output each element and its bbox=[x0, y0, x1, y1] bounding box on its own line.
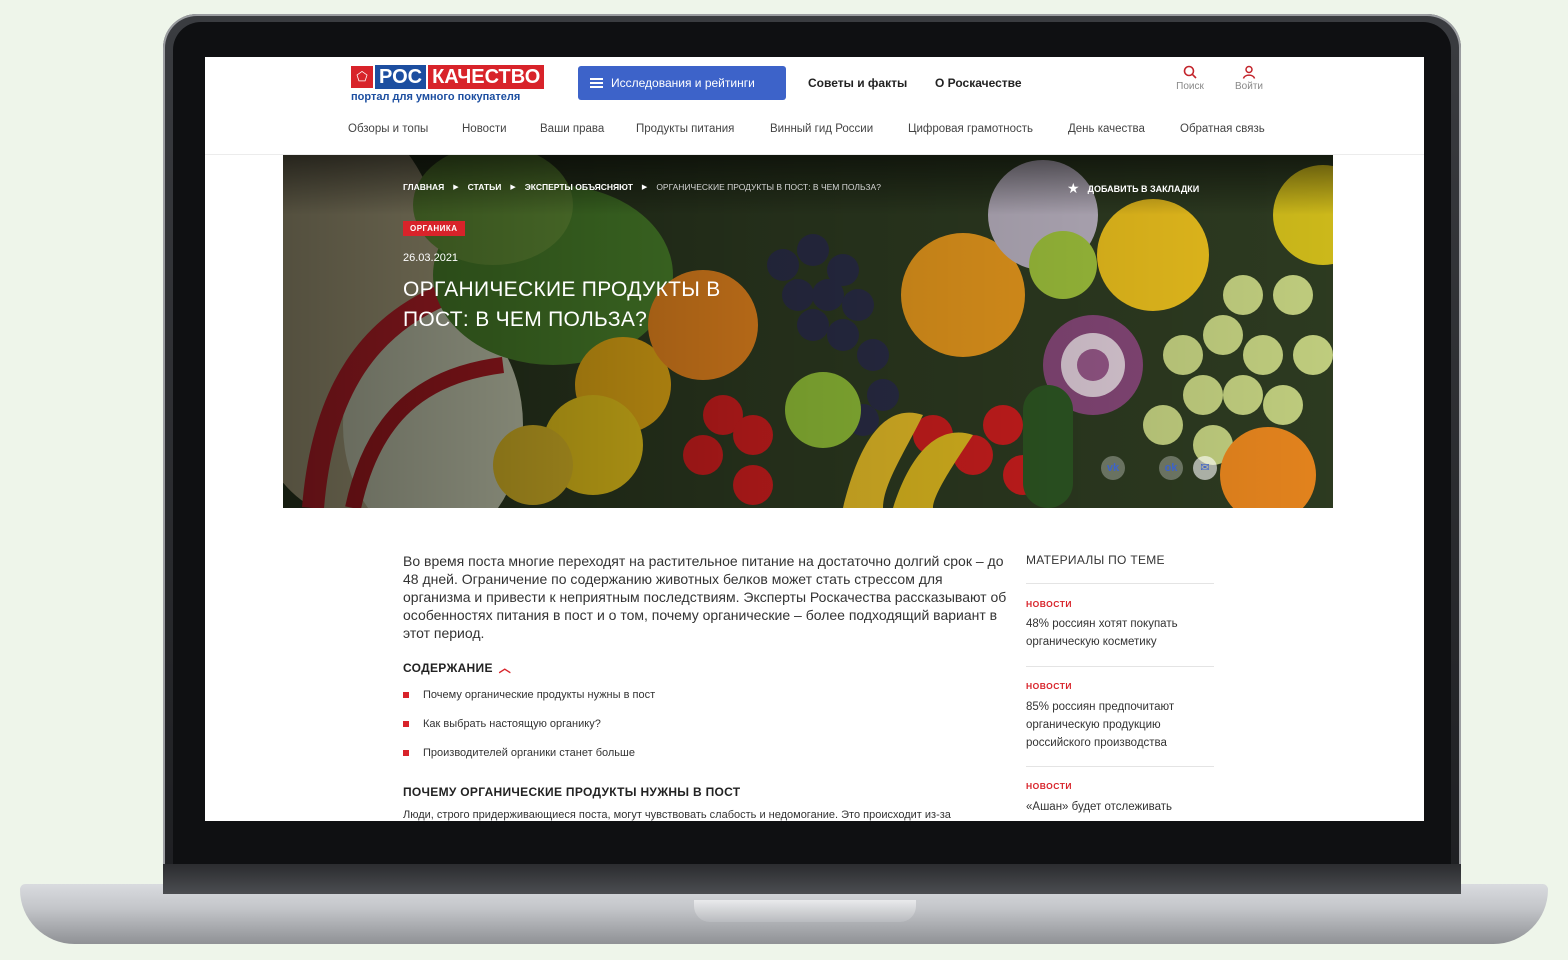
user-icon bbox=[1242, 65, 1256, 79]
nav-item-quality-day[interactable]: День качества bbox=[1068, 123, 1145, 135]
laptop-hinge bbox=[163, 864, 1461, 894]
related-title: МАТЕРИАЛЫ ПО ТЕМЕ bbox=[1026, 553, 1165, 567]
search-button[interactable]: Поиск bbox=[1170, 65, 1210, 92]
related-item-tag[interactable]: НОВОСТИ bbox=[1026, 781, 1072, 791]
toc-toggle[interactable]: СОДЕРЖАНИЕ ︿ bbox=[403, 659, 511, 676]
pentagon-icon: ⬠ bbox=[351, 66, 373, 88]
breadcrumb-current: ОРГАНИЧЕСКИЕ ПРОДУКТЫ В ПОСТ: В ЧЕМ ПОЛЬ… bbox=[656, 182, 881, 192]
article-hero: ГЛАВНАЯ ▶ СТАТЬИ ▶ ЭКСПЕРТЫ ОБЪЯСНЯЮТ ▶ … bbox=[283, 155, 1333, 508]
breadcrumb-arrow-icon: ▶ bbox=[641, 184, 648, 191]
search-icon bbox=[1183, 65, 1197, 79]
toc-item-label: Производителей органики станет больше bbox=[423, 747, 635, 759]
site-logo[interactable]: ⬠ РОС КАЧЕСТВО портал для умного покупат… bbox=[351, 65, 556, 105]
ok-icon: ok bbox=[1164, 462, 1178, 474]
share-ok-button[interactable]: ok bbox=[1159, 456, 1183, 480]
nav-item-rights[interactable]: Ваши права bbox=[540, 123, 604, 135]
article-date: 26.03.2021 bbox=[403, 252, 459, 264]
related-item-title[interactable]: 85% россиян предпочитают органическую пр… bbox=[1026, 698, 1214, 752]
site-header: ⬠ РОС КАЧЕСТВО портал для умного покупат… bbox=[205, 57, 1424, 155]
breadcrumb: ГЛАВНАЯ ▶ СТАТЬИ ▶ ЭКСПЕРТЫ ОБЪЯСНЯЮТ ▶ … bbox=[403, 182, 881, 192]
bullet-icon bbox=[403, 750, 409, 756]
chevron-up-icon: ︿ bbox=[498, 661, 512, 675]
divider bbox=[1026, 583, 1214, 584]
add-bookmark-button[interactable]: ★ ДОБАВИТЬ В ЗАКЛАДКИ bbox=[1067, 180, 1199, 197]
breadcrumb-home[interactable]: ГЛАВНАЯ bbox=[403, 182, 444, 192]
related-item-title[interactable]: «Ашан» будет отслеживать bbox=[1026, 798, 1214, 816]
mail-icon: ✉ bbox=[1200, 462, 1210, 474]
toc-item[interactable]: Почему органические продукты нужны в пос… bbox=[403, 689, 655, 701]
logo-subtitle: портал для умного покупателя bbox=[351, 91, 521, 103]
nav-item-news[interactable]: Новости bbox=[462, 123, 507, 135]
top-link-tips[interactable]: Советы и факты bbox=[808, 76, 907, 90]
add-bookmark-label: ДОБАВИТЬ В ЗАКЛАДКИ bbox=[1087, 183, 1200, 194]
menu-icon bbox=[590, 78, 603, 88]
share-mail-button[interactable]: ✉ bbox=[1193, 456, 1217, 480]
category-tag[interactable]: ОРГАНИКА bbox=[403, 221, 465, 236]
related-item-title[interactable]: 48% россиян хотят покупать органическую … bbox=[1026, 615, 1214, 651]
toc-item-label: Как выбрать настоящую органику? bbox=[423, 718, 601, 730]
logo-part-kachestvo: КАЧЕСТВО bbox=[428, 65, 545, 89]
breadcrumb-arrow-icon: ▶ bbox=[453, 184, 459, 191]
logo-part-ros: РОС bbox=[375, 65, 427, 89]
search-label: Поиск bbox=[1176, 81, 1204, 92]
nav-item-reviews[interactable]: Обзоры и топы bbox=[348, 123, 428, 135]
article-lead: Во время поста многие переходят на расти… bbox=[403, 553, 1007, 641]
toc-item[interactable]: Производителей органики станет больше bbox=[403, 747, 635, 759]
toc-item[interactable]: Как выбрать настоящую органику? bbox=[403, 718, 601, 730]
divider bbox=[1026, 666, 1214, 667]
star-icon: ★ bbox=[1067, 180, 1080, 196]
breadcrumb-arrow-icon: ▶ bbox=[510, 184, 516, 191]
related-item-tag[interactable]: НОВОСТИ bbox=[1026, 599, 1072, 609]
toc-title: СОДЕРЖАНИЕ bbox=[403, 660, 493, 675]
bullet-icon bbox=[403, 692, 409, 698]
login-button[interactable]: Войти bbox=[1229, 65, 1269, 92]
nav-item-food[interactable]: Продукты питания bbox=[636, 123, 734, 135]
main-nav: Обзоры и топы Новости Ваши права Продукт… bbox=[205, 123, 1424, 143]
vk-icon: vk bbox=[1106, 462, 1120, 474]
related-item-tag[interactable]: НОВОСТИ bbox=[1026, 681, 1072, 691]
research-ratings-button[interactable]: Исследования и рейтинги bbox=[578, 66, 786, 100]
login-label: Войти bbox=[1235, 81, 1263, 92]
nav-item-feedback[interactable]: Обратная связь bbox=[1180, 123, 1265, 135]
nav-item-digital[interactable]: Цифровая грамотность bbox=[908, 123, 1033, 135]
toc-item-label: Почему органические продукты нужны в пос… bbox=[423, 689, 656, 701]
page-title: ОРГАНИЧЕСКИЕ ПРОДУКТЫ В ПОСТ: В ЧЕМ ПОЛЬ… bbox=[403, 278, 721, 331]
share-vk-button[interactable]: vk bbox=[1101, 456, 1125, 480]
nav-item-wine-guide[interactable]: Винный гид России bbox=[770, 123, 873, 135]
section-heading: ПОЧЕМУ ОРГАНИЧЕСКИЕ ПРОДУКТЫ НУЖНЫ В ПОС… bbox=[403, 785, 741, 799]
bullet-icon bbox=[403, 721, 409, 727]
breadcrumb-articles[interactable]: СТАТЬИ bbox=[468, 182, 502, 192]
top-link-about[interactable]: О Роскачестве bbox=[935, 76, 1022, 90]
laptop-notch bbox=[694, 900, 916, 922]
section-text: Люди, строго придерживающиеся поста, мог… bbox=[403, 809, 951, 821]
divider bbox=[1026, 766, 1214, 767]
breadcrumb-experts[interactable]: ЭКСПЕРТЫ ОБЪЯСНЯЮТ bbox=[525, 182, 633, 192]
research-ratings-label: Исследования и рейтинги bbox=[611, 76, 755, 90]
laptop-screen: ⬠ РОС КАЧЕСТВО портал для умного покупат… bbox=[205, 57, 1424, 821]
